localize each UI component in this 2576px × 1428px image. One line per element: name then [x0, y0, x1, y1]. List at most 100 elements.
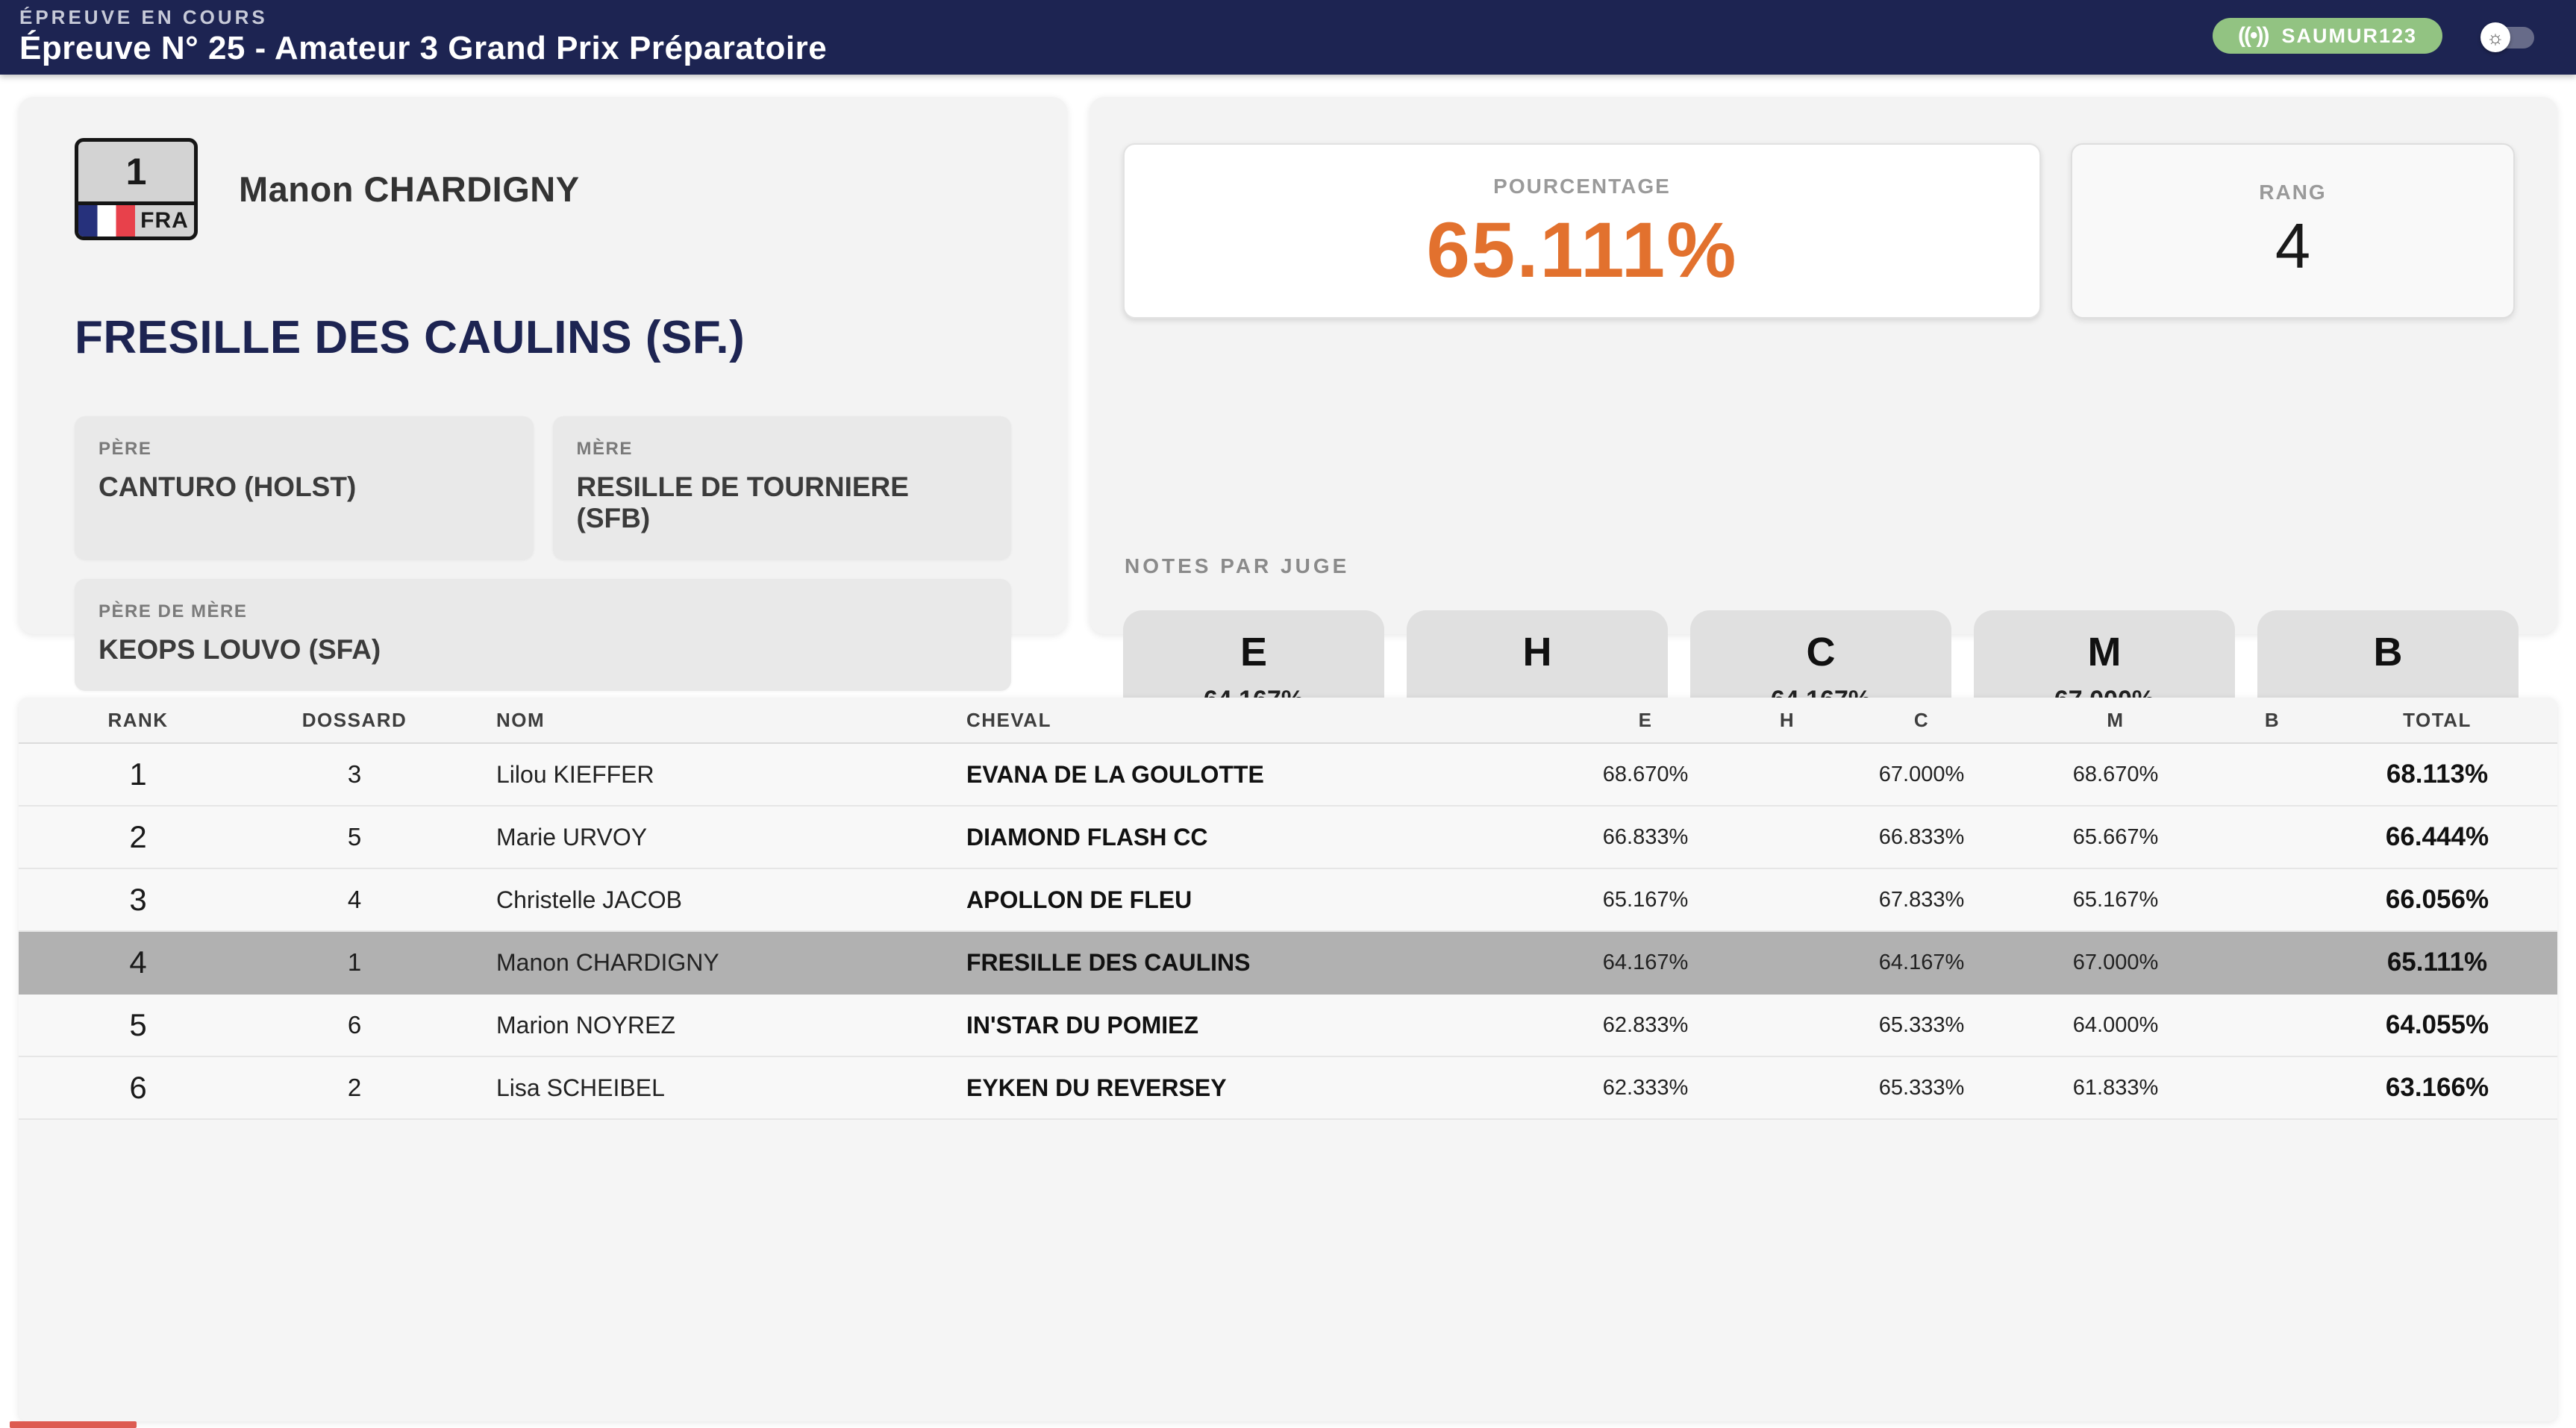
pedigree-section: PÈRE CANTURO (HOLST) MÈRE RESILLE DE TOU… — [75, 416, 1011, 691]
percentage-label: POURCENTAGE — [1493, 175, 1671, 198]
table-row-current: 4 1 Manon CHARDIGNY FRESILLE DES CAULINS… — [19, 932, 2557, 995]
col-header-e: E — [1556, 709, 1735, 732]
cell-m: 65.167% — [2004, 888, 2228, 912]
rider-card: 1 FRA Manon CHARDIGNY FRESILLE DES CAULI… — [19, 97, 1067, 634]
cell-cheval: APOLLON DE FLEU — [944, 886, 1556, 914]
table-row: 6 2 Lisa SCHEIBEL EYKEN DU REVERSEY 62.3… — [19, 1057, 2557, 1120]
cell-dossard: 6 — [257, 1011, 451, 1039]
cell-c: 67.000% — [1839, 762, 2004, 787]
cell-rank: 1 — [19, 757, 257, 792]
col-header-h: H — [1735, 709, 1839, 732]
judge-letter: H — [1523, 629, 1552, 675]
col-header-cheval: CHEVAL — [944, 709, 1556, 732]
judge-letter: E — [1240, 629, 1267, 675]
rider-name: Manon CHARDIGNY — [239, 169, 580, 210]
cell-dossard: 5 — [257, 823, 451, 851]
judge-letter: M — [2088, 629, 2122, 675]
col-header-m: M — [2004, 709, 2228, 732]
cell-cheval: FRESILLE DES CAULINS — [944, 949, 1556, 977]
cell-cheval: EYKEN DU REVERSEY — [944, 1074, 1556, 1102]
table-row: 5 6 Marion NOYREZ IN'STAR DU POMIEZ 62.8… — [19, 995, 2557, 1057]
broadcast-icon: ((•)) — [2238, 25, 2268, 47]
france-flag-icon — [78, 205, 135, 237]
col-header-dossard: DOSSARD — [257, 709, 451, 732]
table-row: 2 5 Marie URVOY DIAMOND FLASH CC 66.833%… — [19, 807, 2557, 869]
cell-nom: Manon CHARDIGNY — [451, 949, 944, 977]
cell-rank: 2 — [19, 819, 257, 855]
sire-value: CANTURO (HOLST) — [99, 472, 510, 503]
top-bar: ÉPREUVE EN COURS Épreuve N° 25 - Amateur… — [0, 0, 2576, 75]
cell-e: 62.833% — [1556, 1013, 1735, 1038]
theme-toggle[interactable]: ☼ — [2480, 22, 2534, 52]
country-code: FRA — [135, 205, 194, 237]
cell-rank: 3 — [19, 882, 257, 918]
judge-letter: B — [2374, 629, 2403, 675]
results-table: RANK DOSSARD NOM CHEVAL E H C M B TOTAL … — [19, 698, 2557, 1421]
cell-m: 68.670% — [2004, 762, 2228, 787]
rider-head: 1 FRA Manon CHARDIGNY — [75, 138, 1011, 240]
cell-c: 65.333% — [1839, 1013, 2004, 1038]
cell-rank: 4 — [19, 945, 257, 980]
percentage-value: 65.111% — [1427, 206, 1738, 295]
damsire-box: PÈRE DE MÈRE KEOPS LOUVO (SFA) — [75, 579, 1011, 691]
toggle-knob: ☼ — [2480, 22, 2510, 52]
cell-m: 61.833% — [2004, 1076, 2228, 1100]
cell-rank: 6 — [19, 1070, 257, 1106]
rank-card: RANG 4 — [2071, 143, 2515, 319]
cell-total: 64.055% — [2317, 1010, 2557, 1040]
col-header-rank: RANK — [19, 709, 257, 732]
cell-nom: Marie URVOY — [451, 824, 944, 851]
score-card: POURCENTAGE 65.111% RANG 4 NOTES PAR JUG… — [1090, 97, 2557, 634]
sire-box: PÈRE CANTURO (HOLST) — [75, 416, 534, 560]
table-header-row: RANK DOSSARD NOM CHEVAL E H C M B TOTAL — [19, 698, 2557, 744]
judges-section-label: NOTES PAR JUGE — [1125, 554, 1349, 578]
dam-box: MÈRE RESILLE DE TOURNIERE (SFB) — [553, 416, 1012, 560]
cell-e: 65.167% — [1556, 888, 1735, 912]
table-row: 1 3 Lilou KIEFFER EVANA DE LA GOULOTTE 6… — [19, 744, 2557, 807]
cell-nom: Lilou KIEFFER — [451, 761, 944, 789]
cell-total: 65.111% — [2317, 948, 2557, 977]
cell-e: 64.167% — [1556, 951, 1735, 975]
cell-cheval: IN'STAR DU POMIEZ — [944, 1012, 1556, 1039]
cell-dossard: 4 — [257, 886, 451, 914]
cell-dossard: 1 — [257, 948, 451, 977]
sun-icon: ☼ — [2486, 28, 2504, 47]
rank-label: RANG — [2259, 181, 2326, 204]
cell-total: 66.056% — [2317, 885, 2557, 915]
live-channel-badge[interactable]: ((•)) SAUMUR123 — [2213, 18, 2442, 54]
cell-rank: 5 — [19, 1007, 257, 1043]
col-header-b: B — [2228, 709, 2317, 732]
cell-cheval: DIAMOND FLASH CC — [944, 824, 1556, 851]
event-title: Épreuve N° 25 - Amateur 3 Grand Prix Pré… — [19, 30, 827, 67]
col-header-c: C — [1839, 709, 2004, 732]
dam-label: MÈRE — [577, 439, 988, 460]
cell-c: 65.333% — [1839, 1076, 2004, 1100]
cell-total: 68.113% — [2317, 760, 2557, 789]
cell-nom: Christelle JACOB — [451, 886, 944, 914]
cell-c: 67.833% — [1839, 888, 2004, 912]
rider-number: 1 — [78, 142, 194, 201]
rank-value: 4 — [2275, 210, 2310, 284]
cell-total: 63.166% — [2317, 1073, 2557, 1103]
sire-label: PÈRE — [99, 439, 510, 460]
cell-e: 66.833% — [1556, 825, 1735, 850]
cell-m: 67.000% — [2004, 951, 2228, 975]
col-header-nom: NOM — [451, 709, 944, 732]
cell-total: 66.444% — [2317, 822, 2557, 852]
live-channel-label: SAUMUR123 — [2281, 25, 2417, 48]
cell-m: 64.000% — [2004, 1013, 2228, 1038]
cell-cheval: EVANA DE LA GOULOTTE — [944, 761, 1556, 789]
cell-dossard: 3 — [257, 760, 451, 789]
table-row: 3 4 Christelle JACOB APOLLON DE FLEU 65.… — [19, 869, 2557, 932]
judge-letter: C — [1807, 629, 1836, 675]
rider-number-badge: 1 FRA — [75, 138, 198, 240]
event-status-label: ÉPREUVE EN COURS — [19, 6, 268, 29]
rider-country-strip: FRA — [78, 201, 194, 237]
scroll-progress-bar[interactable] — [10, 1421, 137, 1428]
col-header-total: TOTAL — [2317, 709, 2557, 732]
cell-nom: Marion NOYREZ — [451, 1012, 944, 1039]
horse-name: FRESILLE DES CAULINS (SF.) — [75, 311, 1011, 364]
cell-m: 65.667% — [2004, 825, 2228, 850]
cell-e: 68.670% — [1556, 762, 1735, 787]
damsire-value: KEOPS LOUVO (SFA) — [99, 634, 987, 666]
